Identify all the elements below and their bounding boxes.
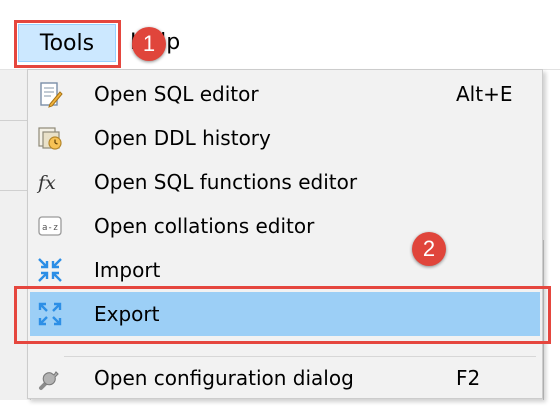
export-icon <box>36 300 64 328</box>
menu-tools[interactable]: Tools <box>18 24 116 62</box>
collations-icon: a-z <box>36 212 64 240</box>
background-divider <box>0 120 27 121</box>
sql-editor-icon <box>36 80 64 108</box>
menu-item-export[interactable]: Export <box>30 292 540 336</box>
tools-dropdown-menu: Open SQL editor Alt+E Open DDL history f… <box>27 69 543 399</box>
menu-item-shortcut: Alt+E <box>456 82 513 106</box>
import-icon <box>36 256 64 284</box>
svg-text:a-z: a-z <box>42 223 58 233</box>
menu-item-open-sql-functions-editor[interactable]: fx Open SQL functions editor <box>30 160 540 204</box>
menu-item-open-ddl-history[interactable]: Open DDL history <box>30 116 540 160</box>
wrench-icon <box>36 364 64 392</box>
menu-item-label: Import <box>94 258 161 282</box>
menu-item-shortcut: F2 <box>456 366 481 390</box>
menu-item-open-configuration-dialog[interactable]: Open configuration dialog F2 <box>30 356 540 400</box>
menu-item-open-collations-editor[interactable]: a-z Open collations editor <box>30 204 540 248</box>
menu-item-label: Open DDL history <box>94 126 271 150</box>
ddl-history-icon <box>36 124 64 152</box>
fx-icon: fx <box>36 168 64 196</box>
menu-item-label: Open SQL functions editor <box>94 170 358 194</box>
menu-item-label: Export <box>94 302 160 326</box>
step-badge-2: 2 <box>412 232 446 266</box>
menu-item-label: Open SQL editor <box>94 82 259 106</box>
background-divider <box>543 240 544 400</box>
step-badge-1: 1 <box>132 27 166 61</box>
menu-item-label: Open configuration dialog <box>94 366 354 390</box>
menu-item-label: Open collations editor <box>94 214 315 238</box>
menu-item-import[interactable]: Import <box>30 248 540 292</box>
background-divider <box>0 190 27 191</box>
svg-text:fx: fx <box>36 172 56 194</box>
menu-item-open-sql-editor[interactable]: Open SQL editor Alt+E <box>30 72 540 116</box>
